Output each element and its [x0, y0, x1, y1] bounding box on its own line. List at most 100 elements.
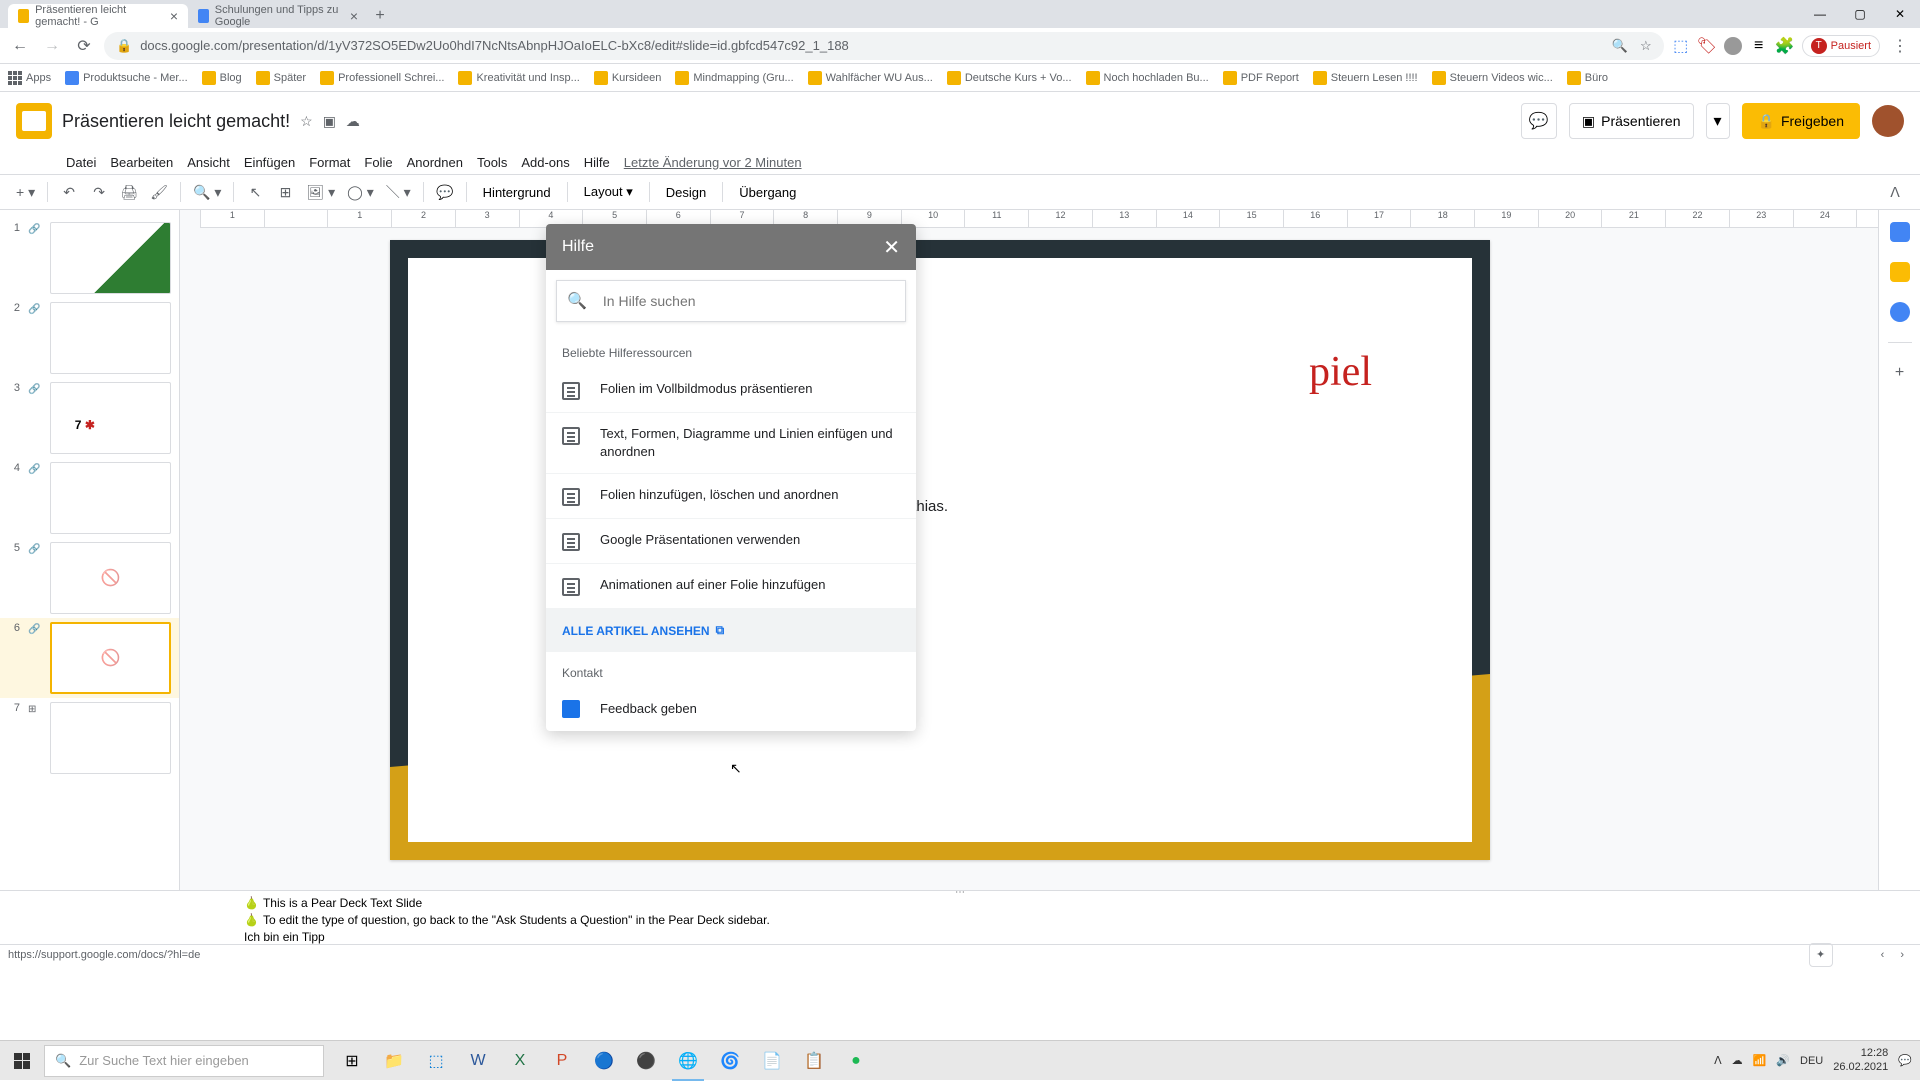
- app-icon[interactable]: ⚫: [626, 1041, 666, 1081]
- user-avatar[interactable]: [1872, 105, 1904, 137]
- help-article-item[interactable]: Animationen auf einer Folie hinzufügen: [546, 564, 916, 609]
- speaker-notes[interactable]: ⋯ 🍐This is a Pear Deck Text Slide 🍐To ed…: [0, 890, 1920, 944]
- help-all-articles-link[interactable]: ALLE ARTIKEL ANSEHEN ⧉: [546, 609, 916, 652]
- extension-icon[interactable]: 🏷: [1698, 37, 1716, 55]
- slide-thumb-3[interactable]: 3🔗 7 ✱: [0, 378, 179, 458]
- start-button[interactable]: [0, 1041, 44, 1081]
- spotify-icon[interactable]: ●: [836, 1041, 876, 1081]
- apps-bookmark[interactable]: Apps: [8, 71, 51, 85]
- chrome-icon[interactable]: 🌐: [668, 1041, 708, 1081]
- slide-thumb-5[interactable]: 5🔗: [0, 538, 179, 618]
- address-bar[interactable]: 🔒 docs.google.com/presentation/d/1yV372S…: [104, 32, 1664, 60]
- cloud-icon[interactable]: ☁: [346, 113, 360, 130]
- help-feedback-item[interactable]: Feedback geben: [546, 688, 916, 730]
- menu-einfuegen[interactable]: Einfügen: [238, 153, 301, 172]
- menu-hilfe[interactable]: Hilfe: [578, 153, 616, 172]
- next-slide-arrow[interactable]: ›: [1892, 949, 1912, 961]
- menu-format[interactable]: Format: [303, 153, 356, 172]
- menu-anordnen[interactable]: Anordnen: [401, 153, 469, 172]
- browser-tab-1[interactable]: Präsentieren leicht gemacht! - G ×: [8, 4, 188, 28]
- help-search-input[interactable]: [603, 293, 895, 309]
- present-dropdown[interactable]: ▾: [1706, 103, 1730, 139]
- present-button[interactable]: ▣ Präsentieren: [1569, 103, 1694, 139]
- browser-tab-2[interactable]: Schulungen und Tipps zu Google ×: [188, 4, 368, 28]
- add-icon[interactable]: +: [1890, 363, 1910, 383]
- design-button[interactable]: Design: [658, 185, 714, 200]
- wifi-icon[interactable]: 📶: [1753, 1054, 1767, 1067]
- new-tab-button[interactable]: +: [368, 4, 392, 28]
- minimize-button[interactable]: —: [1800, 0, 1840, 28]
- line-tool[interactable]: ＼ ▾: [382, 179, 415, 205]
- extension-icon[interactable]: ⬚: [1672, 37, 1690, 55]
- bookmark-item[interactable]: Büro: [1567, 71, 1608, 85]
- bookmark-item[interactable]: PDF Report: [1223, 71, 1299, 85]
- help-article-item[interactable]: Google Präsentationen verwenden: [546, 519, 916, 564]
- maximize-button[interactable]: ▢: [1840, 0, 1880, 28]
- redo-button[interactable]: ↷: [86, 179, 112, 205]
- volume-icon[interactable]: 🔊: [1776, 1054, 1790, 1067]
- prev-slide-arrow[interactable]: ‹: [1873, 949, 1893, 961]
- slide-thumb-4[interactable]: 4🔗: [0, 458, 179, 538]
- notes-resize-handle[interactable]: ⋯: [955, 887, 965, 898]
- bookmark-item[interactable]: Mindmapping (Gru...: [675, 71, 793, 85]
- new-slide-button[interactable]: + ▾: [12, 179, 39, 205]
- transition-button[interactable]: Übergang: [731, 185, 804, 200]
- edge-icon[interactable]: 🌀: [710, 1041, 750, 1081]
- explore-button[interactable]: ✦: [1809, 943, 1833, 967]
- app-icon[interactable]: 🔵: [584, 1041, 624, 1081]
- shape-tool[interactable]: ◯ ▾: [343, 179, 378, 205]
- help-article-item[interactable]: Folien im Vollbildmodus präsentieren: [546, 368, 916, 413]
- calendar-icon[interactable]: [1890, 222, 1910, 242]
- app-icon[interactable]: 📋: [794, 1041, 834, 1081]
- paint-format-button[interactable]: 🖌: [146, 179, 172, 205]
- background-button[interactable]: Hintergrund: [475, 185, 559, 200]
- app-icon[interactable]: 📄: [752, 1041, 792, 1081]
- menu-folie[interactable]: Folie: [358, 153, 398, 172]
- word-icon[interactable]: W: [458, 1041, 498, 1081]
- task-view-button[interactable]: ⊞: [332, 1041, 372, 1081]
- star-icon[interactable]: ☆: [1640, 38, 1652, 54]
- comment-button[interactable]: 💬: [1521, 103, 1557, 139]
- document-title[interactable]: Präsentieren leicht gemacht!: [62, 111, 290, 132]
- comment-tool[interactable]: 💬: [432, 179, 458, 205]
- back-button[interactable]: ←: [8, 34, 32, 58]
- filmstrip[interactable]: 1🔗 2🔗 3🔗 7 ✱ 4🔗 5🔗 6🔗 7⊞: [0, 210, 180, 890]
- bookmark-item[interactable]: Steuern Videos wic...: [1432, 71, 1553, 85]
- select-tool[interactable]: ↖: [242, 179, 268, 205]
- profile-paused-button[interactable]: T Pausiert: [1802, 35, 1880, 57]
- slide-thumb-2[interactable]: 2🔗: [0, 298, 179, 378]
- slide-thumb-7[interactable]: 7⊞: [0, 698, 179, 778]
- notification-icon[interactable]: 💬: [1898, 1054, 1912, 1067]
- help-search-box[interactable]: 🔍: [556, 280, 906, 322]
- help-article-item[interactable]: Folien hinzufügen, löschen und anordnen: [546, 474, 916, 519]
- bookmark-item[interactable]: Kreativität und Insp...: [458, 71, 579, 85]
- undo-button[interactable]: ↶: [56, 179, 82, 205]
- menu-bearbeiten[interactable]: Bearbeiten: [104, 153, 179, 172]
- star-icon[interactable]: ☆: [300, 113, 313, 130]
- forward-button[interactable]: →: [40, 34, 64, 58]
- menu-tools[interactable]: Tools: [471, 153, 513, 172]
- slides-logo[interactable]: [16, 103, 52, 139]
- slide-thumb-6[interactable]: 6🔗: [0, 618, 179, 698]
- close-icon[interactable]: ×: [350, 8, 358, 24]
- bookmark-item[interactable]: Produktsuche - Mer...: [65, 71, 188, 85]
- extension-icon[interactable]: ≡: [1750, 37, 1768, 55]
- windows-search-box[interactable]: 🔍 Zur Suche Text hier eingeben: [44, 1045, 324, 1077]
- powerpoint-icon[interactable]: P: [542, 1041, 582, 1081]
- image-tool[interactable]: 🖼 ▾: [302, 179, 339, 205]
- language-indicator[interactable]: DEU: [1800, 1055, 1823, 1067]
- keep-icon[interactable]: [1890, 262, 1910, 282]
- collapse-toolbar-button[interactable]: ᐱ: [1882, 179, 1908, 205]
- tasks-icon[interactable]: [1890, 302, 1910, 322]
- layout-button[interactable]: Layout ▾: [576, 184, 641, 200]
- help-article-item[interactable]: Text, Formen, Diagramme und Linien einfü…: [546, 413, 916, 474]
- reload-button[interactable]: ⟳: [72, 34, 96, 58]
- extensions-icon[interactable]: 🧩: [1776, 37, 1794, 55]
- bookmark-item[interactable]: Professionell Schrei...: [320, 71, 444, 85]
- slide-thumb-1[interactable]: 1🔗: [0, 218, 179, 298]
- zoom-button[interactable]: 🔍 ▾: [189, 179, 225, 205]
- menu-ansicht[interactable]: Ansicht: [181, 153, 236, 172]
- close-icon[interactable]: ✕: [883, 235, 900, 260]
- bookmark-item[interactable]: Steuern Lesen !!!!: [1313, 71, 1418, 85]
- zoom-icon[interactable]: 🔍: [1612, 38, 1628, 54]
